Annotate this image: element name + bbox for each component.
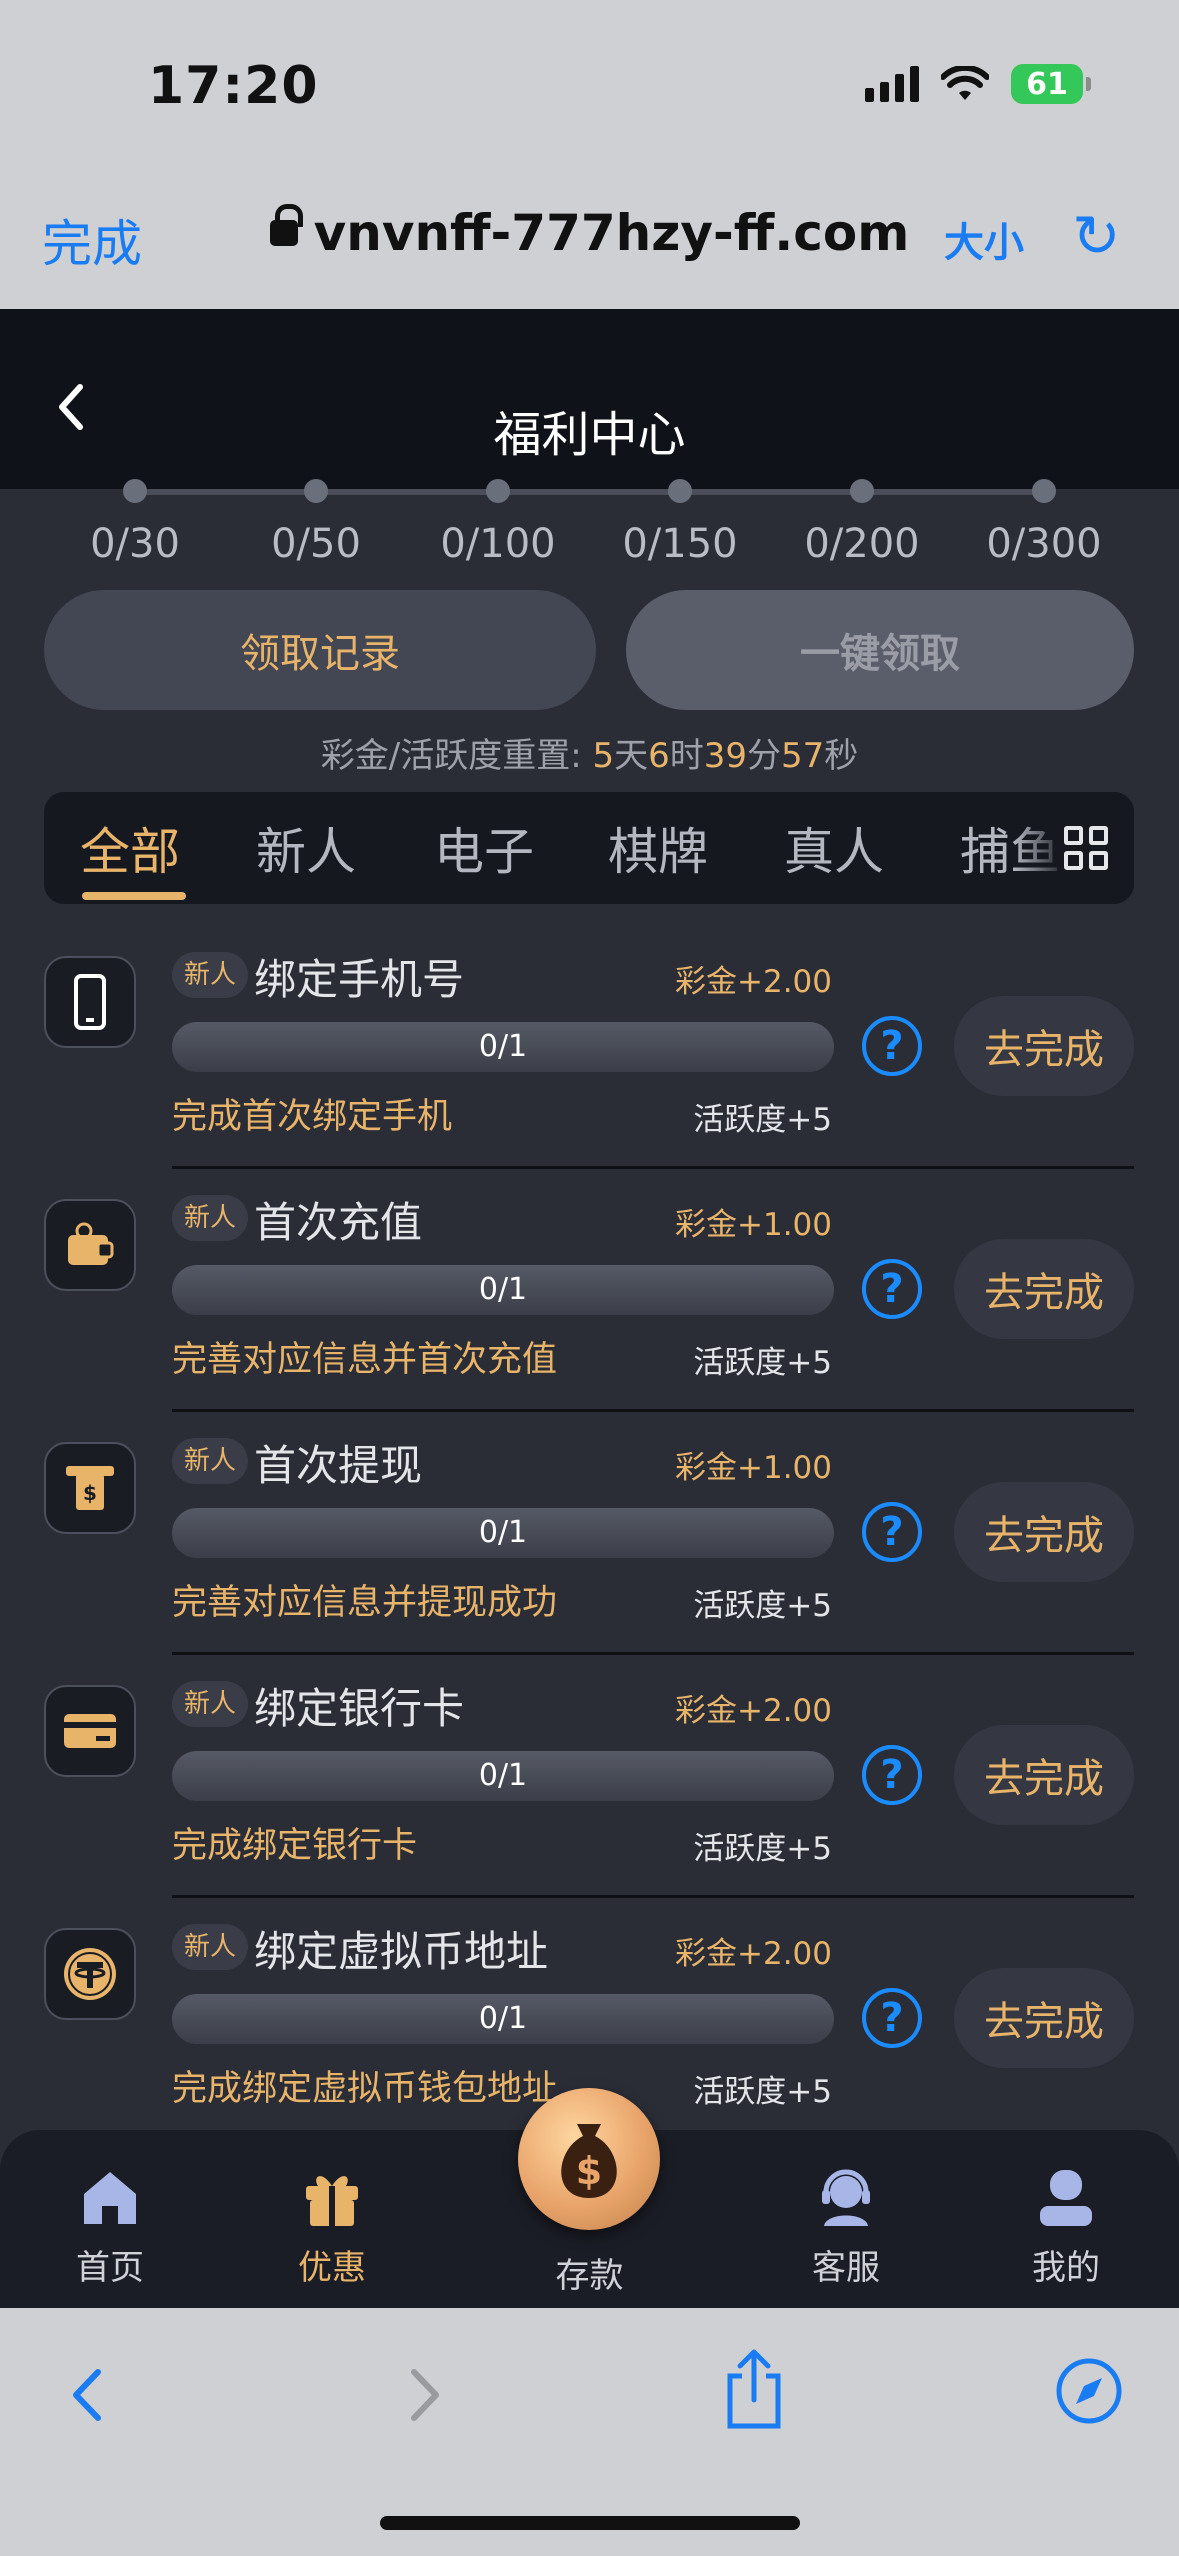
milestone: 0/300 [954,479,1134,567]
gift-icon [302,2166,362,2228]
browser-back-icon[interactable] [62,2360,112,2430]
go-complete-button[interactable]: 去完成 [954,1968,1134,2068]
divider [172,1895,1134,1898]
browser-top-bar: 17:20 61 完成 vnvnff-777hzy-ff.com 大小 ↻ [0,0,1179,309]
divider [172,1409,1134,1412]
claim-records-button[interactable]: 领取记录 [44,590,596,710]
active-tab-underline [82,892,186,900]
task-description: 完善对应信息并首次充值 [172,1340,558,1380]
money-bag-icon: $ [561,2124,617,2198]
task-name: 首次充值 [254,1198,423,1247]
task-name: 绑定银行卡 [254,1684,465,1733]
browser-forward-icon[interactable] [400,2360,450,2430]
task-progress-bar: 0/1 [172,1994,834,2044]
customer-service-icon [816,2166,876,2228]
task-progress-bar: 0/1 [172,1022,834,1072]
help-icon[interactable]: ? [862,1259,922,1319]
tether-icon [44,1928,136,2020]
divider [172,1166,1134,1169]
url-text: vnvnff-777hzy-ff.com [313,204,910,262]
newbie-badge: 新人 [172,1681,249,1727]
help-icon[interactable]: ? [862,1502,922,1562]
help-icon[interactable]: ? [862,1745,922,1805]
task-reward: 彩金+1.00 [675,1207,832,1243]
wallet-icon [44,1199,136,1291]
app-header: 福利中心 [0,309,1179,489]
help-icon[interactable]: ? [862,1988,922,2048]
task-description: 完成绑定虚拟币钱包地址 [172,2069,558,2109]
browser-bottom-toolbar [0,2308,1179,2556]
category-tabs: 全部 新人 电子 棋牌 真人 捕鱼 [44,792,1134,904]
lock-icon [269,204,303,246]
status-icons: 61 [865,64,1091,104]
newbie-badge: 新人 [172,1195,249,1241]
milestone: 0/100 [408,479,588,567]
activity-milestones: 0/30 0/50 0/100 0/150 0/200 0/300 [0,479,1179,579]
task-progress-bar: 0/1 [172,1265,834,1315]
newbie-badge: 新人 [172,1924,249,1970]
home-icon [80,2166,140,2228]
user-icon [1036,2166,1096,2228]
grid-menu-icon[interactable] [1064,826,1108,870]
task-reward: 彩金+2.00 [675,1693,832,1729]
tab-cards[interactable]: 棋牌 [608,812,708,884]
task-item: 新人 绑定银行卡 彩金+2.00 0/1 完成绑定银行卡 活跃度+5 ? 去完成 [0,1675,1179,1919]
task-name: 首次提现 [254,1441,423,1490]
page-title: 福利中心 [493,407,686,463]
task-description: 完善对应信息并提现成功 [172,1583,558,1623]
svg-text:$: $ [83,1481,97,1505]
tab-all[interactable]: 全部 [80,812,180,884]
reload-icon[interactable]: ↻ [1072,202,1121,270]
milestone: 0/200 [772,479,952,567]
go-complete-button[interactable]: 去完成 [954,1725,1134,1825]
newbie-badge: 新人 [172,952,249,998]
task-item: 新人 首次充值 彩金+1.00 0/1 完善对应信息并首次充值 活跃度+5 ? … [0,1189,1179,1433]
task-name: 绑定虚拟币地址 [254,1927,549,1976]
bank-card-icon [44,1685,136,1777]
task-reward: 彩金+2.00 [675,964,832,1000]
task-reward: 彩金+1.00 [675,1450,832,1486]
task-reward: 彩金+2.00 [675,1936,832,1972]
milestone: 0/30 [45,479,225,567]
claim-all-button[interactable]: 一键领取 [626,590,1134,710]
task-item: $ 新人 首次提现 彩金+1.00 0/1 完善对应信息并提现成功 活跃度+5 … [0,1432,1179,1676]
deposit-button[interactable]: $ [518,2088,660,2230]
text-size-button[interactable]: 大小 [944,210,1024,268]
cellular-signal-icon [865,66,919,102]
go-complete-button[interactable]: 去完成 [954,1239,1134,1339]
nav-deposit-label: 存款 [555,2256,624,2296]
task-progress-bar: 0/1 [172,1508,834,1558]
home-indicator [380,2516,800,2530]
url-bar[interactable]: 完成 vnvnff-777hzy-ff.com 大小 ↻ [0,190,1179,280]
milestone: 0/50 [226,479,406,567]
atm-icon: $ [44,1442,136,1534]
tab-newbie[interactable]: 新人 [256,812,356,884]
task-activity-points: 活跃度+5 [693,1102,832,1138]
task-activity-points: 活跃度+5 [693,1345,832,1381]
go-complete-button[interactable]: 去完成 [954,1482,1134,1582]
task-item: 新人 绑定手机号 彩金+2.00 0/1 完成首次绑定手机 活跃度+5 ? 去完… [0,946,1179,1190]
compass-icon[interactable] [1054,2356,1124,2426]
task-description: 完成绑定银行卡 [172,1826,418,1866]
wifi-icon [941,66,989,100]
phone-icon [44,956,136,1048]
task-description: 完成首次绑定手机 [172,1097,453,1137]
battery-icon: 61 [1011,64,1091,104]
task-progress-bar: 0/1 [172,1751,834,1801]
newbie-badge: 新人 [172,1438,249,1484]
reset-countdown: 彩金/活跃度重置: 5天6时39分57秒 [320,736,859,776]
task-activity-points: 活跃度+5 [693,1588,832,1624]
tab-live[interactable]: 真人 [784,812,884,884]
task-name: 绑定手机号 [254,955,465,1004]
go-complete-button[interactable]: 去完成 [954,996,1134,1096]
svg-text:$: $ [576,2149,602,2193]
divider [172,1652,1134,1655]
share-icon[interactable] [722,2346,786,2432]
tab-slots[interactable]: 电子 [434,812,534,884]
milestone: 0/150 [590,479,770,567]
status-time: 17:20 [148,56,319,116]
help-icon[interactable]: ? [862,1016,922,1076]
task-activity-points: 活跃度+5 [693,1831,832,1867]
